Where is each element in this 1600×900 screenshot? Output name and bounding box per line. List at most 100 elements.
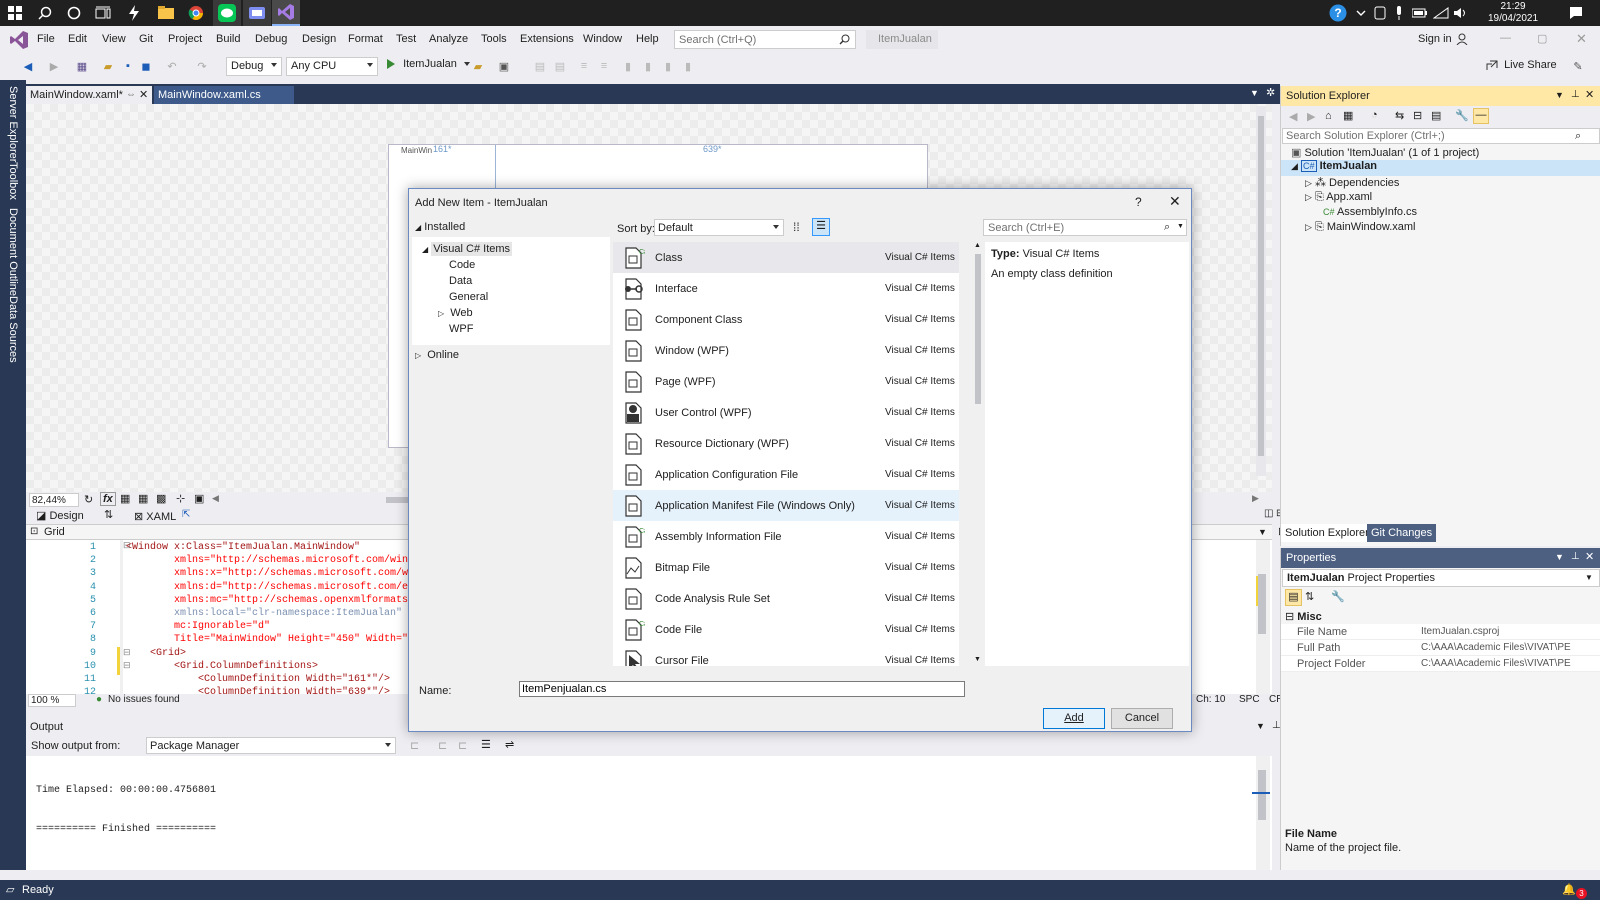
save-all-icon[interactable]: ◼ [138, 58, 154, 74]
menu-test[interactable]: Test [396, 33, 416, 45]
tree-web[interactable]: ▷ Web [438, 307, 473, 319]
solution-search-input[interactable]: Search Solution Explorer (Ctrl+;) ⌕ [1282, 128, 1600, 144]
line-app-icon[interactable] [213, 0, 241, 26]
template-item[interactable]: Component Class Visual C# Items [613, 304, 959, 335]
snap-lines-icon[interactable]: ⊹ [176, 492, 185, 505]
bookmark-icon[interactable]: ▮ [620, 58, 636, 74]
assemblyinfo-node[interactable]: C# AssemblyInfo.cs [1323, 206, 1417, 222]
redo-icon[interactable]: ↷ [194, 58, 210, 74]
quick-search-input[interactable]: Search (Ctrl+Q) [674, 30, 856, 49]
app-xaml-node[interactable]: ▷ ⎘ App.xaml [1305, 191, 1372, 207]
wifi-icon[interactable] [1431, 3, 1451, 23]
list-view-icon[interactable]: ☰ [812, 218, 830, 236]
tree-data[interactable]: Data [449, 275, 472, 287]
code-line[interactable]: <Grid.ColumnDefinitions> [126, 661, 318, 672]
lightning-app-icon[interactable] [124, 3, 144, 23]
template-item[interactable]: Resource Dictionary (WPF) Visual C# Items [613, 428, 959, 459]
menu-build[interactable]: Build [216, 33, 240, 45]
snap-grid-icon[interactable]: ▦ [138, 492, 148, 505]
windows-start-icon[interactable] [5, 3, 25, 23]
template-item[interactable]: Code Analysis Rule Set Visual C# Items [613, 583, 959, 614]
output-scrollbar[interactable] [1252, 756, 1270, 870]
small-icons-view-icon[interactable]: ⁞⁞ [793, 220, 800, 234]
cortana-icon[interactable] [64, 3, 84, 23]
word-wrap-icon[interactable]: ⇌ [505, 738, 514, 751]
microphone-icon[interactable] [1389, 3, 1409, 23]
property-row[interactable]: Full Path C:\AAA\Academic Files\VIVAT\PE [1281, 640, 1600, 656]
code-line[interactable]: xmlns:local="clr-namespace:ItemJualan" [126, 608, 402, 619]
toolbox-tab[interactable]: Toolbox [7, 162, 19, 200]
panel-menu-icon[interactable]: ▼ [1555, 552, 1564, 562]
tray-app-icon[interactable] [1370, 3, 1390, 23]
notification-icon[interactable] [1566, 3, 1586, 23]
pin-icon[interactable]: ⇔ [126, 89, 136, 100]
template-item[interactable]: Bitmap File Visual C# Items [613, 552, 959, 583]
template-item[interactable]: C# Class Visual C# Items [613, 242, 959, 273]
menu-design[interactable]: Design [302, 33, 336, 45]
template-list-scrollbar[interactable]: ▲ ▼ [973, 242, 983, 666]
align-icon[interactable]: ▤ [532, 58, 548, 74]
screenshot-icon[interactable]: ▣ [496, 58, 512, 74]
designer-vertical-scrollbar[interactable] [1256, 106, 1266, 476]
tab-mainwindow-xaml[interactable]: MainWindow.xaml* ⇔ ✕ [26, 86, 152, 104]
server-explorer-tab[interactable]: Server Explorer [7, 86, 19, 162]
save-icon[interactable]: ▪ [120, 58, 136, 74]
code-line[interactable]: Title="MainWindow" Height="450" Width="8… [126, 634, 438, 645]
close-icon[interactable]: ✕ [1576, 31, 1587, 47]
chevron-up-icon[interactable] [1351, 3, 1371, 23]
new-project-icon[interactable]: ▦ [74, 58, 90, 74]
properties-object-selector[interactable]: ItemJualan Project Properties ▼ [1282, 569, 1600, 587]
online-section[interactable]: ▷ Online [415, 349, 459, 361]
sign-in-link[interactable]: Sign in [1418, 33, 1452, 45]
grid-icon[interactable]: ▦ [120, 492, 130, 505]
back-icon[interactable]: ◀ [1289, 110, 1297, 123]
clear-all-icon[interactable]: ☰ [481, 738, 491, 751]
property-row[interactable]: Project Folder C:\AAA\Academic Files\VIVA… [1281, 656, 1600, 672]
categorized-icon[interactable]: ▤ [1285, 589, 1302, 606]
menu-tools[interactable]: Tools [481, 33, 507, 45]
designer-zoom-dropdown[interactable]: 82,44% [29, 493, 79, 507]
show-all-files-icon[interactable]: ▤ [1431, 109, 1441, 122]
tab-git-changes[interactable]: Git Changes [1367, 524, 1437, 542]
item-name-input[interactable] [519, 681, 965, 697]
close-icon[interactable]: ✕ [1169, 193, 1181, 210]
align-center-icon[interactable]: ▤ [552, 58, 568, 74]
forward-icon[interactable]: ▶ [46, 58, 62, 74]
refresh-icon[interactable]: ↻ [84, 493, 93, 506]
output-source-dropdown[interactable]: Package Manager [146, 737, 396, 754]
code-line[interactable]: xmlns="http://schemas.microsoft.com/winf… [126, 555, 438, 566]
tree-code[interactable]: Code [449, 259, 475, 271]
close-icon[interactable]: ✕ [139, 88, 148, 101]
undo-icon[interactable]: ↶ [164, 58, 180, 74]
swap-panes-icon[interactable]: ⇅ [104, 508, 113, 521]
menu-analyze[interactable]: Analyze [429, 33, 468, 45]
platform-dropdown[interactable]: Any CPU [286, 57, 378, 76]
open-folder-icon[interactable]: ▰ [100, 58, 116, 74]
code-line[interactable]: <ColumnDefinition Width="161*"/> [126, 674, 390, 685]
indent-icon[interactable]: ≡ [576, 58, 592, 74]
tab-solution-explorer[interactable]: Solution Explorer [1281, 524, 1373, 542]
property-row[interactable]: File Name ItemJualan.csproj [1281, 624, 1600, 640]
prev-bookmark-icon[interactable]: ▮ [640, 58, 656, 74]
app-window-icon[interactable] [243, 0, 271, 26]
next-message-icon[interactable]: ⊏ [458, 739, 467, 752]
feedback-icon[interactable]: ✎ [1570, 58, 1586, 74]
tree-visual-csharp-items[interactable]: ◢ Visual C# Items [422, 242, 513, 258]
menu-edit[interactable]: Edit [68, 33, 87, 45]
panel-menu-icon[interactable]: ▼ [1256, 721, 1265, 731]
data-sources-tab[interactable]: Data Sources [7, 296, 19, 363]
pin-icon[interactable]: ⊥ [1571, 551, 1580, 562]
pin-icon[interactable]: ⊥ [1571, 89, 1580, 100]
template-item[interactable]: Application Manifest File (Windows Only)… [613, 490, 959, 521]
menu-project[interactable]: Project [168, 33, 202, 45]
menu-format[interactable]: Format [348, 33, 383, 45]
panel-menu-icon[interactable]: ▼ [1555, 90, 1564, 100]
menu-file[interactable]: File [37, 33, 55, 45]
effects-icon[interactable]: fx [100, 492, 116, 506]
sync-icon[interactable]: ⇆ [1395, 109, 1404, 122]
browse-icon[interactable]: ▰ [470, 58, 486, 74]
scroll-left-icon[interactable]: ◀ [212, 493, 219, 504]
maximize-icon[interactable]: ▢ [1537, 32, 1547, 45]
user-icon[interactable] [1456, 33, 1468, 45]
menu-git[interactable]: Git [139, 33, 153, 45]
